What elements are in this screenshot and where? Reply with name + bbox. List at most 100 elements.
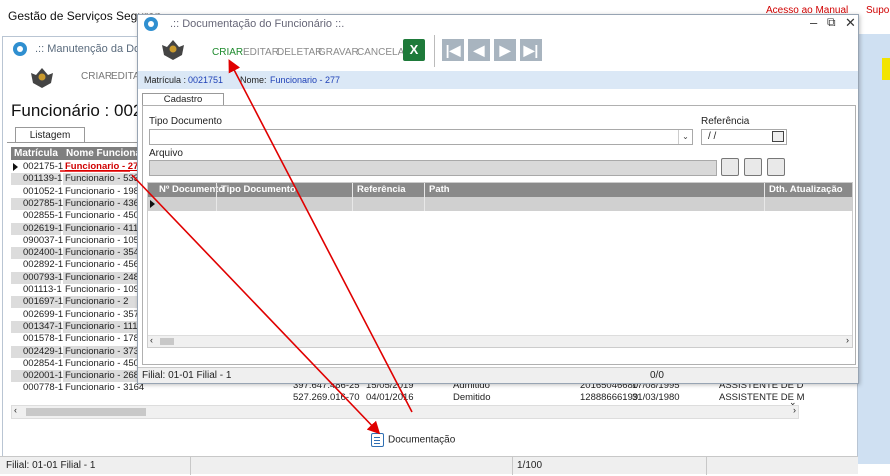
cell-nome[interactable]: Funcionario - 277 [63, 161, 144, 173]
file-icon[interactable] [767, 158, 785, 176]
first-record-icon[interactable]: |◀ [442, 39, 464, 61]
col-tipo-documento[interactable]: Tipo Documento [218, 183, 296, 197]
scroll-thumb[interactable] [160, 338, 174, 345]
row-cpf: 527.269.016-70 [293, 392, 360, 403]
chevron-down-icon[interactable]: ⌄ [678, 130, 692, 144]
column-divider [216, 183, 217, 211]
col-path[interactable]: Path [426, 183, 450, 197]
status-record-count: 0/0 [650, 370, 664, 381]
status-separator [706, 457, 707, 475]
col-dth-atualizacao[interactable]: Dth. Atualização [766, 183, 843, 197]
cell-nome: Funcionario - 3570 [65, 308, 145, 320]
referencia-date-input[interactable]: / / [701, 129, 787, 145]
employee-info-bar: Matrícula : 0021751 Nome: Funcionario - … [138, 71, 858, 89]
nome-value: Funcionario - 277 [270, 75, 341, 85]
menu-gestao-servicos[interactable]: Gestão de Serviços [8, 9, 113, 23]
table-row[interactable] [148, 197, 852, 211]
matricula-value: 0021751 [188, 75, 224, 85]
documentacao-title: .:: Documentação do Funcionário ::. [170, 18, 345, 30]
status-separator [190, 457, 191, 475]
documentos-hscrollbar[interactable]: ‹ › [148, 335, 852, 347]
cell-matricula: 002175-1 [23, 161, 64, 172]
cell-matricula: 002429-1 [11, 345, 63, 358]
toolbar-separator [434, 35, 435, 67]
cell-nome: Funcionario - 533 [63, 173, 143, 186]
row-pis: 12888666199 [580, 392, 639, 403]
calendar-icon[interactable] [772, 131, 784, 142]
column-divider [764, 183, 765, 211]
status-filial: Filial: 01-01 Filial - 1 [6, 460, 96, 471]
scroll-left-icon[interactable]: ‹ [14, 405, 17, 415]
tab-divider [7, 142, 141, 143]
right-side-strip [858, 34, 890, 464]
cell-nome: Funcionario - 248 [63, 271, 143, 284]
col-nome-funcionario[interactable]: Nome Funcionário [63, 147, 154, 160]
criar-button[interactable]: CRIAR [212, 47, 243, 58]
status-filial: Filial: 01-01 Filial - 1 [142, 370, 232, 381]
monitor-icon[interactable] [744, 158, 762, 176]
cell-matricula: 002785-1 [11, 197, 63, 210]
next-record-icon[interactable]: ▶ [494, 39, 516, 61]
side-yellow-tab[interactable] [882, 58, 890, 80]
scroll-right-icon[interactable]: › [846, 335, 849, 345]
cell-matricula: 000793-1 [11, 271, 63, 284]
cell-matricula: 001347-1 [11, 320, 63, 333]
document-icon [371, 433, 384, 447]
cell-nome: Funcionario - 4561 [65, 259, 145, 271]
menu-suporte[interactable]: Supo [866, 5, 889, 16]
cadastro-panel: Tipo Documento ⌄ Referência / / Arquivo … [142, 105, 856, 365]
arquivo-label: Arquivo [149, 148, 183, 159]
cell-matricula: 002400-1 [11, 247, 63, 260]
tipo-documento-select[interactable]: ⌄ [149, 129, 693, 145]
horizontal-scrollbar[interactable]: ‹ › [11, 405, 799, 419]
col-referencia[interactable]: Referência [354, 183, 406, 197]
minimize-icon[interactable]: – [810, 15, 817, 30]
cell-matricula: 001139-1 [11, 173, 62, 186]
cell-matricula: 090037-1 [23, 234, 64, 246]
last-record-icon[interactable]: ▶| [520, 39, 542, 61]
matricula-label: Matrícula : [144, 75, 187, 85]
row-status: Demitido [453, 392, 491, 403]
tipo-documento-label: Tipo Documento [149, 116, 222, 127]
nome-label: Nome: [240, 75, 267, 85]
app-icon [144, 17, 158, 31]
cell-matricula: 001578-1 [23, 333, 64, 345]
row-data: 04/01/2016 [366, 392, 414, 403]
column-divider [424, 183, 425, 211]
main-status-bar: Filial: 01-01 Filial - 1 1/100 [0, 456, 858, 475]
cell-nome: Funcionario - 4508 [65, 210, 145, 222]
documentacao-title-bar: .:: Documentação do Funcionário ::. – ⧉ … [138, 15, 858, 33]
documentacao-window: .:: Documentação do Funcionário ::. – ⧉ … [137, 14, 859, 384]
cell-matricula: 002699-1 [23, 308, 64, 320]
documentacao-button[interactable]: Documentação [371, 433, 455, 451]
tab-listagem[interactable]: Listagem [15, 127, 85, 143]
close-icon[interactable]: ✕ [845, 15, 856, 31]
cell-nome: Funcionario - 1985 [65, 185, 145, 197]
cell-nome: Funcionario - 4367 [63, 197, 145, 210]
maximize-icon[interactable]: ⧉ [827, 15, 836, 30]
app-icon [13, 42, 27, 56]
cell-nome: Funcionario - 3164 [65, 382, 145, 394]
editar-button[interactable]: EDITAR [243, 47, 279, 58]
cell-matricula: 000778-1 [23, 382, 64, 394]
previous-record-icon[interactable]: ◀ [468, 39, 490, 61]
scroll-thumb[interactable] [26, 408, 146, 416]
arquivo-field[interactable] [149, 160, 717, 176]
scroll-right-icon[interactable]: › [793, 405, 796, 415]
col-matricula[interactable]: Matrícula [11, 147, 63, 160]
cell-nome: Funcionario - 4115 [63, 222, 144, 235]
referencia-value: / / [708, 131, 717, 142]
col-numero-documento[interactable]: Nº Documento [156, 183, 224, 197]
column-divider [352, 183, 353, 211]
documentacao-toolbar: CRIAR EDITAR DELETAR GRAVAR CANCELAR X |… [138, 33, 858, 69]
folder-icon[interactable] [721, 158, 739, 176]
scroll-left-icon[interactable]: ‹ [150, 335, 153, 345]
cell-matricula: 001052-1 [23, 185, 64, 197]
manutencao-criar-button[interactable]: CRIAR [81, 71, 112, 82]
row-nascimento: 31/03/1980 [632, 392, 680, 403]
gravar-button[interactable]: GRAVAR [318, 47, 359, 58]
excel-export-icon[interactable]: X [403, 39, 425, 61]
status-separator [512, 457, 513, 475]
deletar-button[interactable]: DELETAR [277, 47, 322, 58]
cell-nome: Funcionario - 2684 [63, 370, 145, 383]
